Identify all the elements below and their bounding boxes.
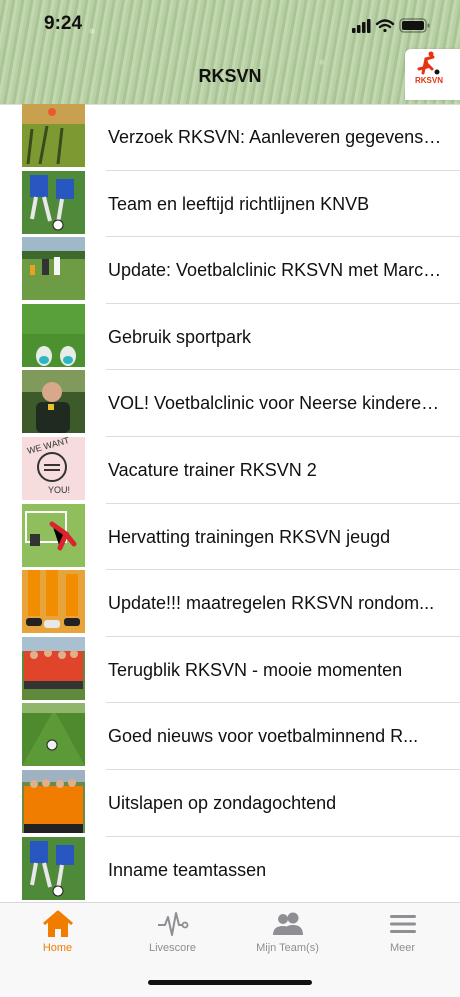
news-title: Vacature trainer RKSVN 2 [108, 459, 317, 480]
news-thumbnail [22, 636, 85, 700]
player-logo-icon [417, 51, 440, 75]
status-bar: 9:24 [0, 0, 460, 50]
tab-meer[interactable]: Meer [345, 903, 460, 963]
news-thumbnail [22, 836, 85, 900]
tab-label: Meer [389, 942, 416, 954]
news-title: Inname teamtassen [108, 859, 267, 880]
news-thumbnail: WE WANT YOU! [22, 436, 85, 500]
news-title: Update!!! maatregelen RKSVN rondom... [108, 593, 435, 614]
tab-label: Livescore [148, 942, 197, 954]
news-item[interactable]: Inname teamtassen [0, 836, 460, 902]
tab-mijn-teams[interactable]: Mijn Team(s) [230, 903, 345, 963]
tab-livescore[interactable]: Livescore [115, 903, 230, 963]
news-item[interactable]: Gebruik sportpark [0, 303, 460, 371]
tab-home[interactable]: Home [0, 903, 115, 963]
news-item[interactable]: WE WANT YOU! Vacature trainer RKSVN 2 [0, 436, 460, 504]
news-title: Hervatting trainingen RKSVN jeugd [108, 526, 391, 547]
news-thumbnail [22, 570, 85, 634]
news-thumbnail [22, 503, 85, 567]
page-title: RKSVN [198, 66, 262, 86]
news-title: Gebruik sportpark [108, 326, 252, 347]
pulse-icon [158, 912, 189, 936]
news-item[interactable]: Update: Voetbalclinic RKSVN met Marco... [0, 237, 460, 304]
news-thumbnail [22, 170, 85, 234]
news-title: Verzoek RKSVN: Aanleveren gegevens voor.… [108, 127, 443, 147]
news-item[interactable]: Update!!! maatregelen RKSVN rondom... [0, 570, 460, 637]
news-title: Update: Voetbalclinic RKSVN met Marco... [108, 260, 443, 281]
news-thumbnail [22, 237, 85, 301]
home-indicator[interactable] [148, 980, 312, 985]
tab-label: Mijn Team(s) [256, 942, 319, 954]
news-thumbnail [22, 370, 85, 434]
club-logo[interactable]: RKSVN [405, 49, 460, 100]
home-icon [43, 910, 73, 937]
logo-text: RKSVN [415, 76, 444, 85]
nav-header: 9:24 RKSVN RKSVN [0, 0, 460, 105]
tab-label: Home [42, 942, 73, 954]
news-thumbnail [22, 303, 85, 367]
news-item[interactable]: Goed nieuws voor voetbalminnend R... [0, 703, 460, 770]
news-item[interactable]: Verzoek RKSVN: Aanleveren gegevens voor.… [0, 104, 460, 171]
news-thumbnail [22, 769, 85, 833]
cellular-signal-icon [352, 19, 371, 33]
team-icon [273, 912, 303, 935]
news-item[interactable]: Hervatting trainingen RKSVN jeugd [0, 503, 460, 571]
news-item[interactable]: Team en leeftijd richtlijnen KNVB [0, 170, 460, 238]
news-thumbnail [22, 703, 85, 767]
status-icons [352, 18, 430, 33]
battery-icon [399, 18, 430, 33]
news-title: Goed nieuws voor voetbalminnend R... [108, 726, 419, 747]
news-item[interactable]: VOL! Voetbalclinic voor Neerse kinderen.… [0, 370, 460, 437]
news-title: Uitslapen op zondagochtend [108, 792, 337, 813]
news-title: VOL! Voetbalclinic voor Neerse kinderen.… [108, 393, 443, 414]
news-thumbnail [22, 104, 85, 167]
news-title: Terugblik RKSVN - mooie momenten [108, 659, 403, 680]
svg-text:YOU!: YOU! [48, 485, 70, 495]
news-title: Team en leeftijd richtlijnen KNVB [108, 193, 370, 214]
news-item[interactable]: Terugblik RKSVN - mooie momenten [0, 636, 460, 704]
menu-icon [390, 915, 416, 933]
news-list[interactable]: Verzoek RKSVN: Aanleveren gegevens voor.… [0, 104, 460, 902]
status-time: 9:24 [44, 13, 83, 34]
news-item[interactable]: Uitslapen op zondagochtend [0, 769, 460, 837]
wifi-icon [375, 19, 395, 33]
